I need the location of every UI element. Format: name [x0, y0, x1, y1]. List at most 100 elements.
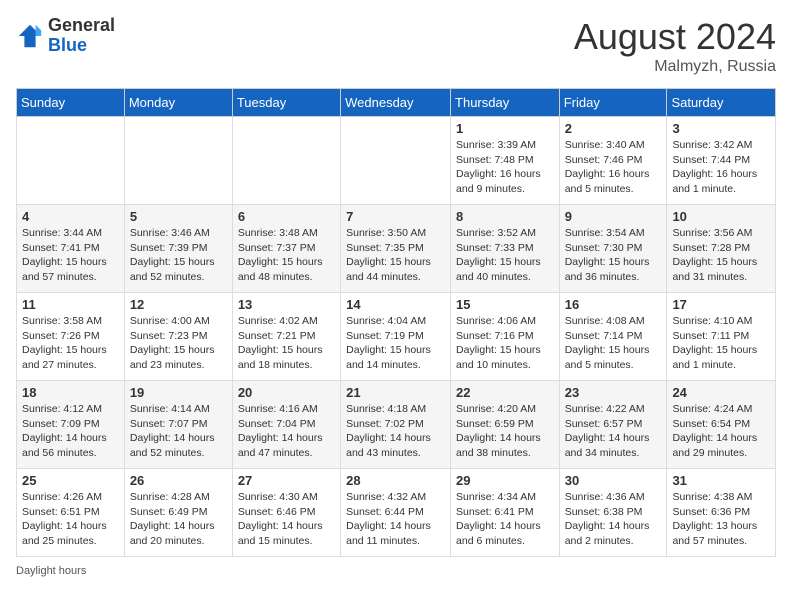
- day-number: 21: [346, 385, 445, 400]
- day-info: Sunrise: 4:34 AM Sunset: 6:41 PM Dayligh…: [456, 490, 554, 549]
- calendar-cell: 12 Sunrise: 4:00 AM Sunset: 7:23 PM Dayli…: [124, 293, 232, 381]
- calendar-cell: 6Sunrise: 3:48 AM Sunset: 7:37 PM Daylig…: [232, 205, 340, 293]
- calendar-cell: 17 Sunrise: 4:10 AM Sunset: 7:11 PM Dayli…: [667, 293, 776, 381]
- day-info: Sunrise: 4:08 AM Sunset: 7:14 PM Dayligh…: [565, 314, 662, 373]
- day-info: Sunrise: 4:36 AM Sunset: 6:38 PM Dayligh…: [565, 490, 662, 549]
- day-info: Sunrise: 4:10 AM Sunset: 7:11 PM Dayligh…: [672, 314, 770, 373]
- weekday-header-tuesday: Tuesday: [232, 89, 340, 117]
- calendar-cell: 31Sunrise: 4:38 AM Sunset: 6:36 PM Dayli…: [667, 469, 776, 557]
- day-number: 23: [565, 385, 662, 400]
- day-number: 30: [565, 473, 662, 488]
- calendar-cell: 3 Sunrise: 3:42 AM Sunset: 7:44 PM Daylig…: [667, 117, 776, 205]
- day-info: Sunrise: 4:06 AM Sunset: 7:16 PM Dayligh…: [456, 314, 554, 373]
- logo-general-text: General: [48, 15, 115, 35]
- calendar-cell: 21 Sunrise: 4:18 AM Sunset: 7:02 PM Dayli…: [341, 381, 451, 469]
- day-number: 8: [456, 209, 554, 224]
- day-number: 18: [22, 385, 119, 400]
- day-info: Sunrise: 3:54 AM Sunset: 7:30 PM Dayligh…: [565, 226, 662, 285]
- day-number: 1: [456, 121, 554, 136]
- calendar-cell: 7 Sunrise: 3:50 AM Sunset: 7:35 PM Daylig…: [341, 205, 451, 293]
- day-number: 19: [130, 385, 227, 400]
- calendar-cell: 27 Sunrise: 4:30 AM Sunset: 6:46 PM Dayli…: [232, 469, 340, 557]
- day-info: Sunrise: 3:46 AM Sunset: 7:39 PM Dayligh…: [130, 226, 227, 285]
- day-number: 24: [672, 385, 770, 400]
- weekday-header-wednesday: Wednesday: [341, 89, 451, 117]
- calendar-cell: 19 Sunrise: 4:14 AM Sunset: 7:07 PM Dayli…: [124, 381, 232, 469]
- day-info: Sunrise: 3:44 AM Sunset: 7:41 PM Dayligh…: [22, 226, 119, 285]
- day-number: 11: [22, 297, 119, 312]
- day-info: Sunrise: 3:50 AM Sunset: 7:35 PM Dayligh…: [346, 226, 445, 285]
- calendar-cell: 8 Sunrise: 3:52 AM Sunset: 7:33 PM Daylig…: [451, 205, 560, 293]
- day-info: Sunrise: 4:16 AM Sunset: 7:04 PM Dayligh…: [238, 402, 335, 461]
- day-number: 12: [130, 297, 227, 312]
- day-info: Sunrise: 4:28 AM Sunset: 6:49 PM Dayligh…: [130, 490, 227, 549]
- day-info: Sunrise: 3:56 AM Sunset: 7:28 PM Dayligh…: [672, 226, 770, 285]
- day-info: Sunrise: 4:18 AM Sunset: 7:02 PM Dayligh…: [346, 402, 445, 461]
- day-info: Sunrise: 3:52 AM Sunset: 7:33 PM Dayligh…: [456, 226, 554, 285]
- title-block: August 2024 Malmyzh, Russia: [574, 16, 776, 76]
- weekday-header-monday: Monday: [124, 89, 232, 117]
- calendar-table: SundayMondayTuesdayWednesdayThursdayFrid…: [16, 88, 776, 557]
- calendar-cell: [341, 117, 451, 205]
- calendar-cell: 13 Sunrise: 4:02 AM Sunset: 7:21 PM Dayli…: [232, 293, 340, 381]
- day-info: Sunrise: 4:26 AM Sunset: 6:51 PM Dayligh…: [22, 490, 119, 549]
- month-title: August 2024: [574, 16, 776, 58]
- day-info: Sunrise: 4:30 AM Sunset: 6:46 PM Dayligh…: [238, 490, 335, 549]
- day-number: 27: [238, 473, 335, 488]
- calendar-week-row: 1 Sunrise: 3:39 AM Sunset: 7:48 PM Daylig…: [17, 117, 776, 205]
- day-number: 29: [456, 473, 554, 488]
- day-info: Sunrise: 3:42 AM Sunset: 7:44 PM Dayligh…: [672, 138, 770, 197]
- calendar-cell: [17, 117, 125, 205]
- calendar-cell: 29 Sunrise: 4:34 AM Sunset: 6:41 PM Dayli…: [451, 469, 560, 557]
- calendar-cell: 24 Sunrise: 4:24 AM Sunset: 6:54 PM Dayli…: [667, 381, 776, 469]
- day-number: 17: [672, 297, 770, 312]
- calendar-cell: 5 Sunrise: 3:46 AM Sunset: 7:39 PM Daylig…: [124, 205, 232, 293]
- day-info: Sunrise: 4:04 AM Sunset: 7:19 PM Dayligh…: [346, 314, 445, 373]
- location-title: Malmyzh, Russia: [574, 58, 776, 76]
- weekday-header-friday: Friday: [559, 89, 667, 117]
- calendar-cell: 14Sunrise: 4:04 AM Sunset: 7:19 PM Dayli…: [341, 293, 451, 381]
- day-info: Sunrise: 3:58 AM Sunset: 7:26 PM Dayligh…: [22, 314, 119, 373]
- day-info: Sunrise: 4:14 AM Sunset: 7:07 PM Dayligh…: [130, 402, 227, 461]
- day-info: Sunrise: 4:22 AM Sunset: 6:57 PM Dayligh…: [565, 402, 662, 461]
- day-number: 9: [565, 209, 662, 224]
- day-info: Sunrise: 4:38 AM Sunset: 6:36 PM Dayligh…: [672, 490, 770, 549]
- weekday-header-row: SundayMondayTuesdayWednesdayThursdayFrid…: [17, 89, 776, 117]
- calendar-cell: 1 Sunrise: 3:39 AM Sunset: 7:48 PM Daylig…: [451, 117, 560, 205]
- calendar-cell: 26Sunrise: 4:28 AM Sunset: 6:49 PM Dayli…: [124, 469, 232, 557]
- calendar-cell: 28Sunrise: 4:32 AM Sunset: 6:44 PM Dayli…: [341, 469, 451, 557]
- footer-note: Daylight hours: [16, 565, 776, 577]
- day-number: 7: [346, 209, 445, 224]
- logo: General Blue: [16, 16, 115, 56]
- day-number: 3: [672, 121, 770, 136]
- calendar-cell: 10 Sunrise: 3:56 AM Sunset: 7:28 PM Dayli…: [667, 205, 776, 293]
- daylight-label: Daylight hours: [16, 565, 86, 577]
- calendar-cell: [124, 117, 232, 205]
- day-number: 5: [130, 209, 227, 224]
- day-number: 15: [456, 297, 554, 312]
- day-number: 4: [22, 209, 119, 224]
- day-number: 16: [565, 297, 662, 312]
- day-number: 2: [565, 121, 662, 136]
- calendar-body: 1 Sunrise: 3:39 AM Sunset: 7:48 PM Daylig…: [17, 117, 776, 557]
- day-number: 6: [238, 209, 335, 224]
- day-info: Sunrise: 4:02 AM Sunset: 7:21 PM Dayligh…: [238, 314, 335, 373]
- calendar-cell: [232, 117, 340, 205]
- day-info: Sunrise: 4:00 AM Sunset: 7:23 PM Dayligh…: [130, 314, 227, 373]
- calendar-cell: 23 Sunrise: 4:22 AM Sunset: 6:57 PM Dayli…: [559, 381, 667, 469]
- day-number: 13: [238, 297, 335, 312]
- calendar-week-row: 4 Sunrise: 3:44 AM Sunset: 7:41 PM Daylig…: [17, 205, 776, 293]
- calendar-cell: 18Sunrise: 4:12 AM Sunset: 7:09 PM Dayli…: [17, 381, 125, 469]
- day-info: Sunrise: 3:39 AM Sunset: 7:48 PM Dayligh…: [456, 138, 554, 197]
- calendar-cell: 9 Sunrise: 3:54 AM Sunset: 7:30 PM Daylig…: [559, 205, 667, 293]
- day-info: Sunrise: 4:20 AM Sunset: 6:59 PM Dayligh…: [456, 402, 554, 461]
- weekday-header-sunday: Sunday: [17, 89, 125, 117]
- day-number: 10: [672, 209, 770, 224]
- day-number: 20: [238, 385, 335, 400]
- weekday-header-saturday: Saturday: [667, 89, 776, 117]
- calendar-cell: 22Sunrise: 4:20 AM Sunset: 6:59 PM Dayli…: [451, 381, 560, 469]
- calendar-cell: 20 Sunrise: 4:16 AM Sunset: 7:04 PM Dayli…: [232, 381, 340, 469]
- calendar-cell: 15 Sunrise: 4:06 AM Sunset: 7:16 PM Dayli…: [451, 293, 560, 381]
- day-info: Sunrise: 3:40 AM Sunset: 7:46 PM Dayligh…: [565, 138, 662, 197]
- day-info: Sunrise: 4:24 AM Sunset: 6:54 PM Dayligh…: [672, 402, 770, 461]
